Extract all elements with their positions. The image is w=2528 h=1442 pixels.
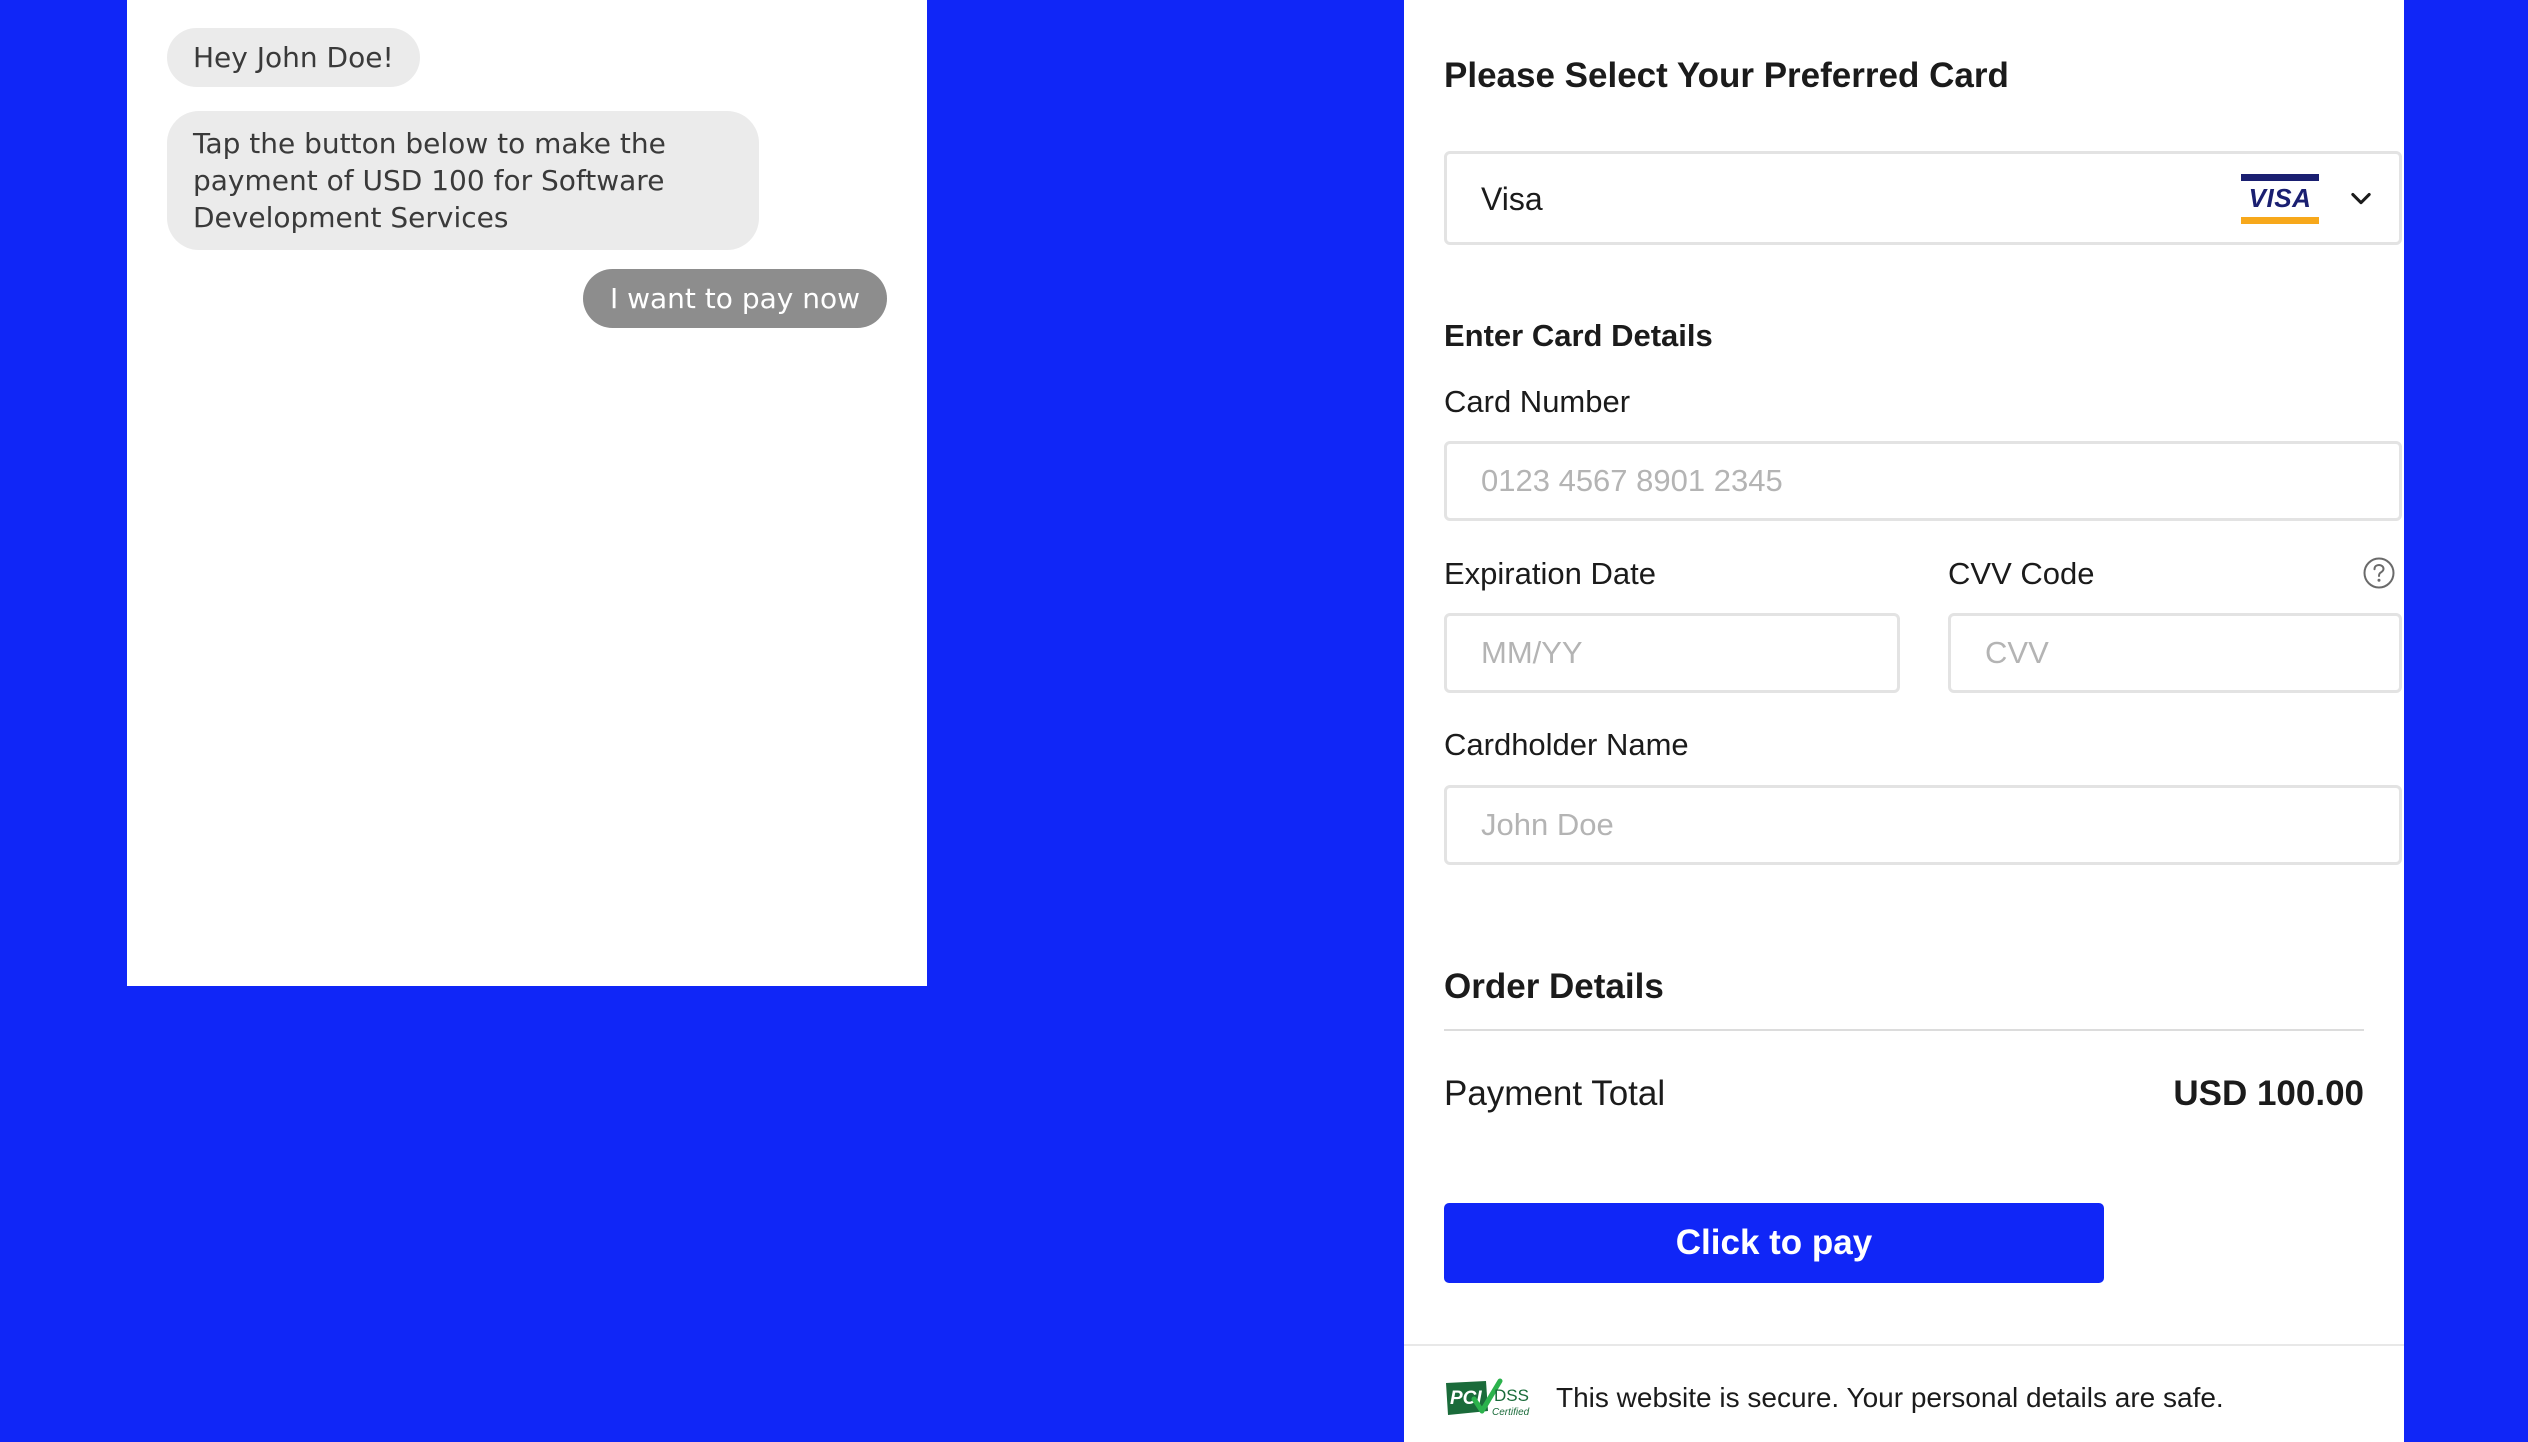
order-divider: [1444, 1029, 2364, 1031]
click-to-pay-button[interactable]: Click to pay: [1444, 1203, 2104, 1283]
dss-badge-text: DSS: [1494, 1386, 1529, 1405]
question-circle-icon[interactable]: [2362, 556, 2396, 590]
card-select-heading: Please Select Your Preferred Card: [1444, 56, 2009, 95]
card-number-input[interactable]: [1444, 441, 2402, 521]
cardholder-name-label: Cardholder Name: [1444, 727, 1689, 762]
certified-badge-text: Certified: [1492, 1407, 1530, 1418]
chat-message-instruction: Tap the button below to make the payment…: [167, 111, 759, 250]
expiration-date-label: Expiration Date: [1444, 556, 1656, 591]
card-number-label: Card Number: [1444, 384, 1631, 419]
visa-logo-text: VISA: [2248, 183, 2312, 213]
secure-note: This website is secure. Your personal de…: [1556, 1382, 2224, 1413]
chat-panel: Hey John Doe! Tap the button below to ma…: [127, 0, 927, 986]
visa-logo-icon: VISA: [2241, 174, 2319, 224]
cardholder-name-input[interactable]: [1444, 785, 2402, 865]
chat-message-greeting: Hey John Doe!: [167, 28, 420, 87]
card-details-heading: Enter Card Details: [1444, 318, 1713, 353]
cvv-code-label: CVV Code: [1948, 556, 2095, 591]
cvv-input[interactable]: [1948, 613, 2402, 693]
chat-message-user-reply: I want to pay now: [582, 269, 887, 328]
footer-divider: [1404, 1344, 2404, 1346]
order-details-heading: Order Details: [1444, 967, 1664, 1006]
payment-total-value: USD 100.00: [2173, 1074, 2364, 1113]
pci-dss-badge-icon: PCI DSS Certified: [1446, 1378, 1530, 1418]
card-type-selected-value: Visa: [1481, 181, 1543, 217]
expiration-date-input[interactable]: [1444, 613, 1900, 693]
card-type-select[interactable]: Visa VISA: [1444, 151, 2402, 245]
chevron-down-icon: [2351, 192, 2371, 205]
payment-total-label: Payment Total: [1444, 1074, 1666, 1113]
payment-panel: Please Select Your Preferred Card Visa V…: [1404, 0, 2404, 1442]
